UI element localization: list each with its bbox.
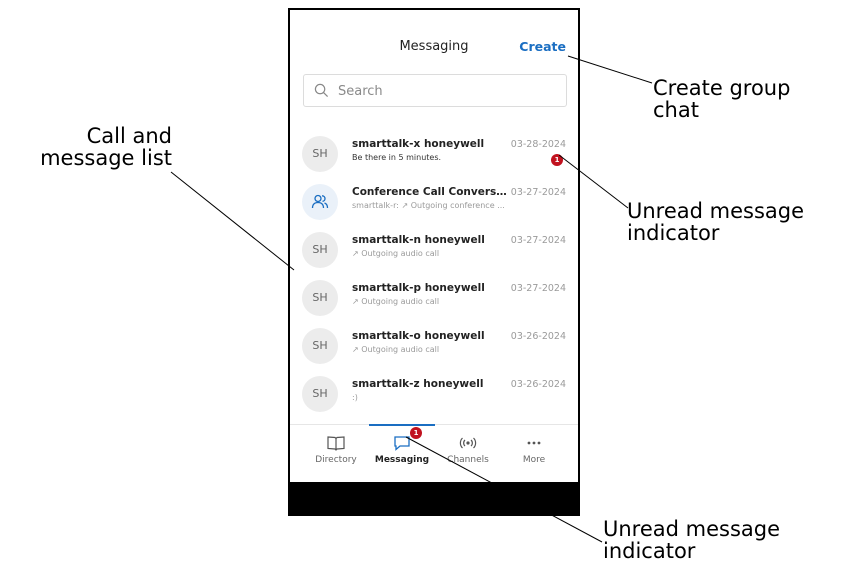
callout-create-group: Create group chat <box>653 76 791 122</box>
callout-unread-top: Unread message indicator <box>627 199 805 245</box>
callout-line-create <box>567 55 653 84</box>
callout-line-list <box>170 171 295 271</box>
callout-unread-bottom: Unread message indicator <box>603 517 781 563</box>
callout-line-unread-bottom <box>405 436 603 543</box>
callout-line-unread-top <box>558 154 629 209</box>
callout-message-list: Call and message list <box>40 124 172 170</box>
